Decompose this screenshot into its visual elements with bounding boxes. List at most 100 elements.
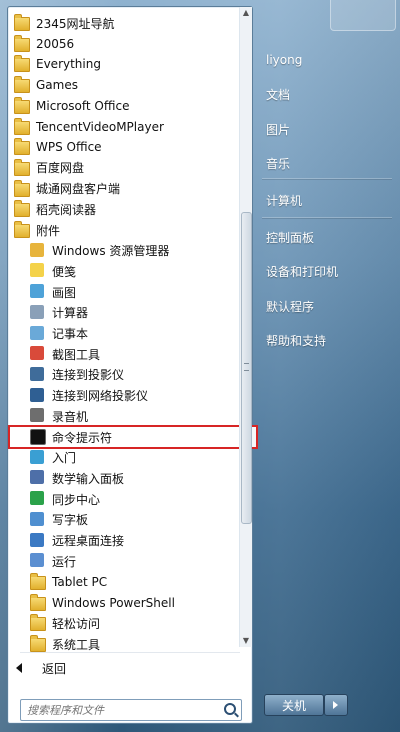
program-item[interactable]: 记事本 bbox=[10, 324, 256, 344]
program-label: 城通网盘客户端 bbox=[36, 182, 121, 197]
program-label: 命令提示符 bbox=[52, 430, 113, 445]
sync-center-icon bbox=[30, 491, 46, 507]
program-label: 系统工具 bbox=[52, 637, 101, 652]
folder-icon bbox=[14, 96, 30, 114]
program-label: Games bbox=[36, 78, 78, 93]
program-item[interactable]: 稻壳阅读器 bbox=[10, 199, 240, 219]
program-item[interactable]: 画图 bbox=[10, 282, 256, 302]
program-item[interactable]: 命令提示符 bbox=[8, 425, 258, 449]
scroll-thumb[interactable] bbox=[241, 212, 252, 524]
program-item[interactable]: 20056 bbox=[10, 34, 240, 54]
program-label: Tablet PC bbox=[52, 574, 108, 589]
program-item[interactable]: TencentVideoMPlayer bbox=[10, 117, 240, 137]
program-label: 连接到网络投影仪 bbox=[52, 389, 149, 404]
right-item-user-folder[interactable]: liyong bbox=[266, 48, 302, 72]
program-item[interactable]: 运行 bbox=[10, 551, 256, 571]
program-item[interactable]: 数学输入面板 bbox=[10, 468, 256, 488]
program-item[interactable]: 录音机 bbox=[10, 406, 256, 426]
scroll-up-arrow-icon[interactable]: ▲ bbox=[240, 7, 252, 19]
folder-icon bbox=[14, 34, 30, 52]
folder-icon bbox=[14, 179, 30, 197]
program-item[interactable]: 入门 bbox=[10, 448, 256, 468]
program-label: 画图 bbox=[52, 285, 77, 300]
math-input-icon bbox=[30, 470, 46, 486]
program-label: 附件 bbox=[36, 223, 61, 238]
folder-icon bbox=[30, 635, 46, 652]
program-list: 2345网址导航 20056 Everything Games Microsoft Of… bbox=[8, 7, 258, 652]
program-item[interactable]: 计算器 bbox=[10, 303, 256, 323]
shutdown-button[interactable]: 关机 bbox=[264, 694, 324, 716]
program-item[interactable]: 同步中心 bbox=[10, 489, 256, 509]
program-label: 20056 bbox=[36, 36, 75, 51]
right-item-computer[interactable]: 计算机 bbox=[266, 188, 302, 212]
program-item[interactable]: Games bbox=[10, 75, 240, 95]
right-item-music[interactable]: 音乐 bbox=[266, 151, 290, 175]
program-item[interactable]: Windows 资源管理器 bbox=[10, 241, 256, 261]
program-label: 数学输入面板 bbox=[52, 471, 125, 486]
snipping-tool-icon bbox=[30, 346, 46, 362]
program-item[interactable]: WPS Office bbox=[10, 137, 240, 157]
program-item[interactable]: Tablet PC bbox=[10, 572, 256, 592]
program-item[interactable]: 城通网盘客户端 bbox=[10, 179, 240, 199]
program-item[interactable]: 连接到投影仪 bbox=[10, 365, 256, 385]
network-projector-icon bbox=[30, 387, 46, 404]
sticky-notes-icon bbox=[30, 263, 46, 279]
program-item[interactable]: Windows PowerShell bbox=[10, 593, 256, 613]
programs-pane: 2345网址导航 20056 Everything Games Microsoft Of… bbox=[7, 6, 258, 724]
folder-icon bbox=[14, 117, 30, 135]
program-label: 截图工具 bbox=[52, 347, 101, 362]
folder-icon bbox=[14, 138, 30, 156]
program-label: 计算器 bbox=[52, 306, 89, 321]
explorer-icon bbox=[30, 242, 46, 259]
right-item-documents[interactable]: 文档 bbox=[266, 82, 290, 106]
program-item[interactable]: 写字板 bbox=[10, 510, 256, 530]
program-label: Windows 资源管理器 bbox=[52, 244, 170, 259]
program-item[interactable]: 连接到网络投影仪 bbox=[10, 386, 256, 406]
program-label: 运行 bbox=[52, 554, 77, 569]
divider bbox=[20, 652, 240, 653]
right-item-pictures[interactable]: 图片 bbox=[266, 117, 290, 141]
search-box[interactable] bbox=[20, 699, 242, 721]
program-item[interactable]: 轻松访问 bbox=[10, 613, 256, 633]
right-item-control-panel[interactable]: 控制面板 bbox=[266, 225, 314, 249]
program-label: WPS Office bbox=[36, 140, 102, 155]
program-item[interactable]: Everything bbox=[10, 54, 240, 74]
getting-started-icon bbox=[30, 449, 46, 466]
right-divider bbox=[262, 178, 392, 179]
program-item[interactable]: 附件 bbox=[10, 220, 240, 240]
program-item[interactable]: 便笺 bbox=[10, 261, 256, 281]
shutdown-options-arrow-icon[interactable] bbox=[324, 694, 348, 716]
scroll-down-arrow-icon[interactable]: ▼ bbox=[240, 635, 252, 647]
program-list-scrollbar[interactable]: ▲ ▼ bbox=[239, 7, 252, 647]
program-label: 入门 bbox=[52, 451, 77, 466]
program-label: 记事本 bbox=[52, 327, 89, 341]
program-item[interactable]: 百度网盘 bbox=[10, 158, 240, 178]
program-item[interactable]: 截图工具 bbox=[10, 344, 256, 364]
search-icon[interactable] bbox=[224, 703, 236, 715]
right-item-default-programs[interactable]: 默认程序 bbox=[266, 294, 314, 318]
user-avatar[interactable] bbox=[330, 0, 396, 31]
back-label: 返回 bbox=[42, 661, 67, 676]
program-label: 2345网址导航 bbox=[36, 16, 115, 31]
program-label: 便笺 bbox=[52, 264, 77, 279]
right-item-devices-printers[interactable]: 设备和打印机 bbox=[266, 259, 338, 283]
folder-icon bbox=[14, 158, 30, 176]
paint-icon bbox=[30, 284, 46, 300]
program-item[interactable]: Microsoft Office bbox=[10, 96, 240, 116]
right-item-help-support[interactable]: 帮助和支持 bbox=[266, 328, 326, 352]
right-divider bbox=[262, 217, 392, 218]
command-prompt-icon bbox=[30, 429, 46, 445]
program-label: 连接到投影仪 bbox=[52, 368, 125, 383]
folder-icon bbox=[14, 200, 30, 218]
calculator-icon bbox=[30, 304, 46, 321]
program-item[interactable]: 系统工具 bbox=[10, 634, 256, 654]
folder-icon bbox=[30, 572, 46, 590]
program-label: 同步中心 bbox=[52, 492, 101, 507]
program-item[interactable]: 远程桌面连接 bbox=[10, 531, 256, 551]
search-input[interactable] bbox=[25, 702, 219, 719]
program-label: TencentVideoMPlayer bbox=[36, 119, 164, 134]
folder-icon bbox=[14, 221, 30, 238]
program-label: Microsoft Office bbox=[36, 98, 130, 113]
program-item[interactable]: 2345网址导航 bbox=[10, 13, 240, 33]
back-button[interactable]: 返回 bbox=[16, 656, 66, 680]
